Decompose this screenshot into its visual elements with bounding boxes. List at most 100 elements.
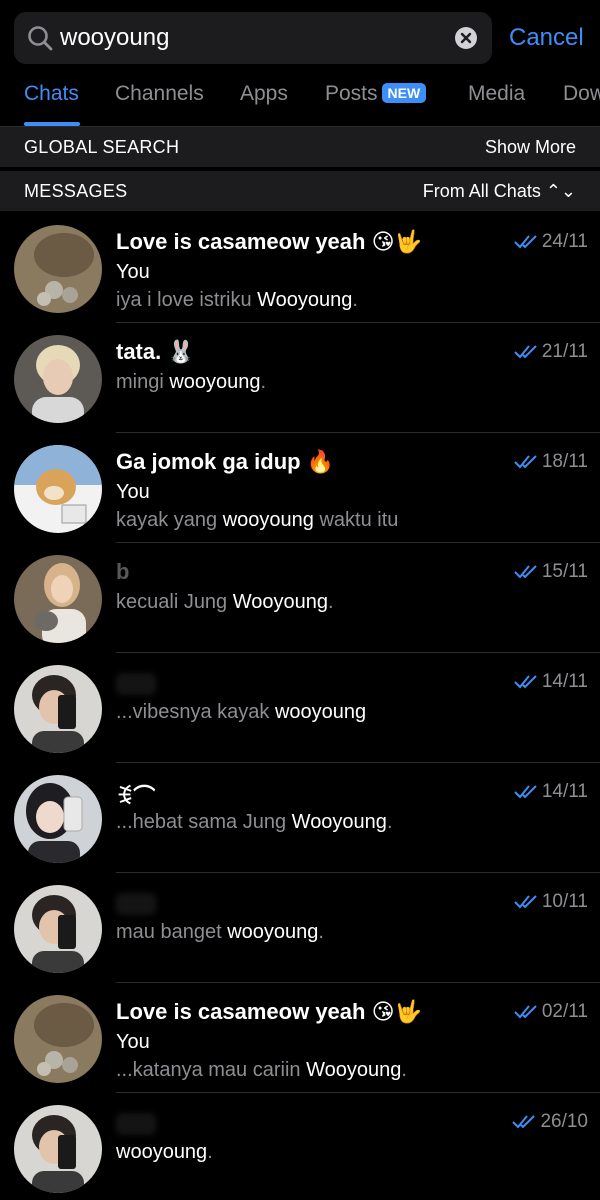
double-check-icon xyxy=(514,565,537,579)
time-label: 24/11 xyxy=(541,231,588,252)
chat-preview: mau banget wooyoung. xyxy=(116,921,324,944)
double-check-icon xyxy=(514,785,537,799)
chat-row[interactable]: tata. 🐰 mingi wooyoung. 21/11 xyxy=(0,323,600,433)
message-time: 21/11 xyxy=(514,341,588,363)
chat-sender: You xyxy=(116,261,150,283)
clear-icon[interactable] xyxy=(454,26,478,50)
avatar xyxy=(14,555,102,643)
preview-match: Wooyoung xyxy=(291,811,387,833)
double-check-icon xyxy=(514,895,537,909)
chat-preview: ...katanya mau cariin Wooyoung. xyxy=(116,1059,407,1082)
preview-text-end: waktu itu xyxy=(313,509,399,531)
preview-match: wooyoung xyxy=(222,509,314,531)
preview-text: iya i love istriku xyxy=(116,289,258,311)
preview-text: kayak yang xyxy=(116,509,223,531)
tab-media[interactable]: Media xyxy=(468,82,525,106)
avatar xyxy=(14,1105,102,1193)
preview-match: Wooyoung xyxy=(257,289,353,311)
chat-row[interactable]: ꉂ⌒ ...hebat sama Jung Wooyoung. 14/11 xyxy=(0,763,600,873)
time-label: 15/11 xyxy=(541,561,588,582)
avatar xyxy=(14,335,102,423)
chat-preview: kayak yang wooyoung waktu itu xyxy=(116,509,398,532)
preview-text: kecuali Jung xyxy=(116,591,233,613)
avatar xyxy=(14,225,102,313)
time-label: 18/11 xyxy=(541,451,588,472)
global-search-title: GLOBAL SEARCH xyxy=(24,137,180,157)
redacted-name xyxy=(116,1113,156,1135)
chat-sender: You xyxy=(116,481,150,503)
time-label: 14/11 xyxy=(541,671,588,692)
preview-text: mingi xyxy=(116,371,170,393)
preview-text-end: . xyxy=(352,289,358,311)
time-label: 14/11 xyxy=(541,781,588,802)
preview-text-end: . xyxy=(260,371,267,393)
chat-row[interactable]: b kecuali Jung Wooyoung. 15/11 xyxy=(0,543,600,653)
message-time: 10/11 xyxy=(514,891,588,913)
double-check-icon xyxy=(514,455,537,469)
message-time: 15/11 xyxy=(514,561,588,583)
chat-row[interactable]: ...vibesnya kayak wooyoung 14/11 xyxy=(0,653,600,763)
chat-row[interactable]: mau banget wooyoung. 10/11 xyxy=(0,873,600,983)
search-input[interactable]: wooyoung xyxy=(60,12,169,64)
preview-text-end: . xyxy=(386,811,393,833)
chat-preview: iya i love istriku Wooyoung. xyxy=(116,289,358,312)
preview-text: mau banget xyxy=(116,921,228,943)
avatar xyxy=(14,445,102,533)
avatar xyxy=(14,775,102,863)
search-tabs: Chats Channels Apps Posts NEW Media Dow xyxy=(0,64,600,126)
tab-posts-label: Posts xyxy=(325,82,378,105)
cancel-button[interactable]: Cancel xyxy=(509,12,584,64)
time-label: 21/11 xyxy=(541,341,588,362)
preview-text-end: . xyxy=(318,921,324,943)
time-label: 02/11 xyxy=(541,1001,588,1022)
chat-name: tata. 🐰 xyxy=(116,339,195,364)
avatar xyxy=(14,885,102,973)
time-label: 10/11 xyxy=(541,891,588,912)
preview-match: Wooyoung xyxy=(306,1059,402,1081)
messages-title: MESSAGES xyxy=(24,181,128,201)
messages-header: MESSAGES From All Chats ⌃⌄ xyxy=(0,171,600,211)
double-check-icon xyxy=(514,675,537,689)
double-check-icon xyxy=(514,1005,537,1019)
double-check-icon xyxy=(512,1115,536,1129)
preview-text-end: . xyxy=(401,1059,407,1081)
time-label: 26/10 xyxy=(540,1111,588,1132)
chat-row[interactable]: Ga jomok ga idup 🔥 You kayak yang wooyou… xyxy=(0,433,600,543)
preview-text: ...hebat sama Jung xyxy=(116,811,292,833)
chat-row[interactable]: Love is casameow yeah 😘🤟 You iya i love … xyxy=(0,213,600,323)
preview-match: wooyoung xyxy=(274,701,367,723)
chat-preview: kecuali Jung Wooyoung. xyxy=(116,591,334,614)
chat-filter-dropdown[interactable]: From All Chats ⌃⌄ xyxy=(423,181,576,202)
show-more-button[interactable]: Show More xyxy=(485,137,576,158)
preview-match: Wooyoung xyxy=(232,591,329,613)
preview-text: ...vibesnya kayak xyxy=(116,701,275,723)
tab-downloads[interactable]: Dow xyxy=(563,82,600,106)
message-time: 24/11 xyxy=(514,231,588,253)
message-time: 02/11 xyxy=(514,1001,588,1023)
new-badge: NEW xyxy=(381,83,427,103)
message-time: 26/10 xyxy=(512,1111,588,1133)
tab-chats[interactable]: Chats xyxy=(24,82,79,106)
message-time: 14/11 xyxy=(514,671,588,693)
chat-preview: wooyoung. xyxy=(116,1141,213,1164)
tab-channels[interactable]: Channels xyxy=(115,82,204,106)
tab-apps[interactable]: Apps xyxy=(240,82,288,106)
preview-text-end: . xyxy=(207,1141,213,1163)
message-time: 14/11 xyxy=(514,781,588,803)
chat-name: Love is casameow yeah 😘🤟 xyxy=(116,999,422,1024)
search-icon xyxy=(28,26,53,51)
chat-preview: ...vibesnya kayak wooyoung xyxy=(116,701,366,724)
preview-match: wooyoung xyxy=(169,371,261,393)
global-search-header: GLOBAL SEARCH Show More xyxy=(0,127,600,167)
chat-row[interactable]: wooyoung. 26/10 xyxy=(0,1093,600,1200)
tab-posts[interactable]: Posts NEW xyxy=(325,82,427,106)
chat-name: Ga jomok ga idup 🔥 xyxy=(116,449,335,474)
preview-text: ...katanya mau cariin xyxy=(116,1059,307,1081)
avatar xyxy=(14,665,102,753)
double-check-icon xyxy=(514,235,537,249)
avatar xyxy=(14,995,102,1083)
search-bar[interactable]: wooyoung xyxy=(14,12,492,64)
chat-row[interactable]: Love is casameow yeah 😘🤟 You ...katanya … xyxy=(0,983,600,1093)
chat-preview: mingi wooyoung. xyxy=(116,371,266,394)
chat-name: Love is casameow yeah 😘🤟 xyxy=(116,229,422,254)
